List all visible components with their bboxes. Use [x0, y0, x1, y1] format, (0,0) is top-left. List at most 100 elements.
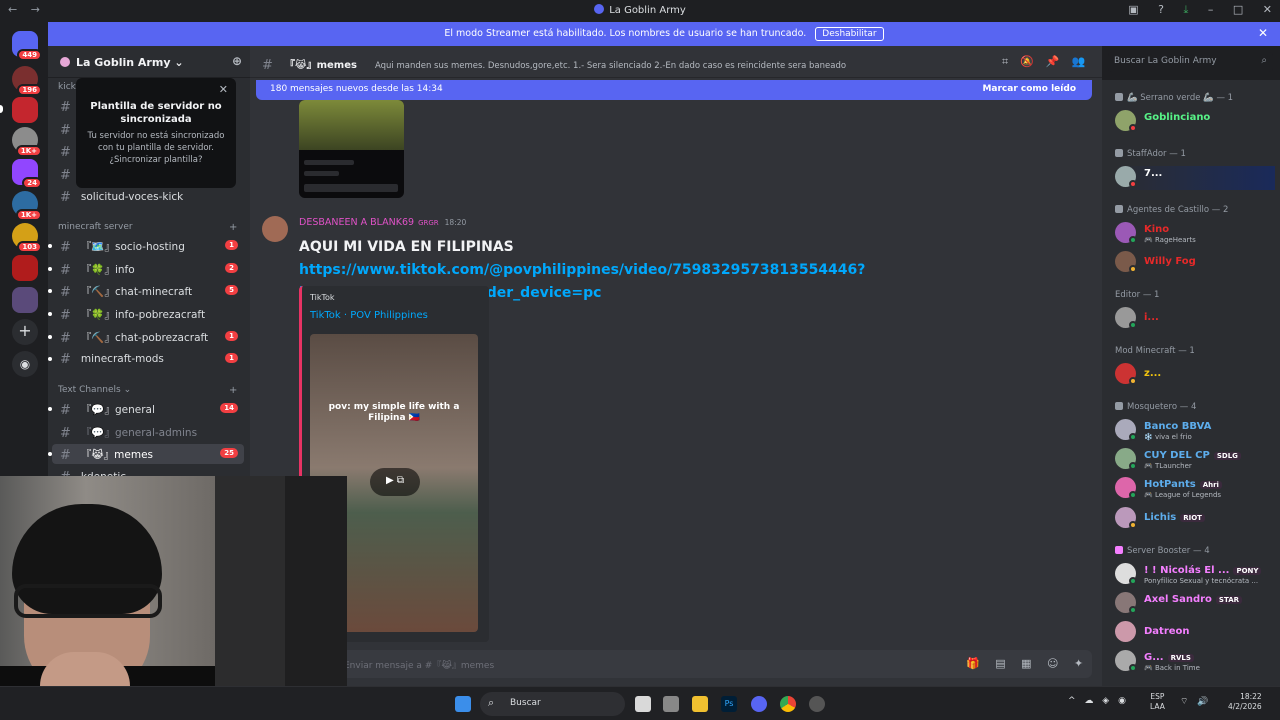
server-emblem-icon	[60, 57, 70, 67]
server-icon[interactable]: 196	[12, 66, 42, 96]
message-timestamp: 18:20	[444, 218, 467, 227]
add-channel-icon[interactable]: +	[229, 385, 237, 396]
gif-icon[interactable]: ▤	[995, 657, 1005, 670]
apps-icon[interactable]: ✦	[1074, 657, 1083, 670]
channel-minecraft-mods[interactable]: # minecraft-mods 1	[48, 349, 244, 369]
file-explorer-icon[interactable]	[692, 696, 708, 712]
gift-icon[interactable]: 🎁	[966, 657, 980, 670]
channel-chat-pobrezacraft[interactable]: # 『⛏️』chat-pobrezacraft 1	[48, 327, 244, 347]
server-icon[interactable]: 103	[12, 223, 42, 253]
member-list-icon[interactable]: 👥	[1072, 55, 1086, 68]
server-icon[interactable]	[12, 255, 38, 281]
member-item[interactable]: Lichis RIOT	[1115, 507, 1275, 531]
wifi-icon[interactable]: ⌔	[1180, 697, 1188, 707]
channel-topic[interactable]: Aqui manden sus memes. Desnudos,gore,etc…	[375, 61, 846, 71]
role-icon	[1115, 93, 1123, 101]
member-item[interactable]: Banco BBVA ❄️ viva el frio	[1115, 419, 1275, 443]
channel-solicitud-voces-kick[interactable]: # solicitud-voces-kick	[52, 187, 244, 207]
windows-taskbar: ⌕ Buscar Ps ^ ☁ ◈ ◉ ESP LAA ⌔ 🔊 18:22 4/2/2…	[0, 686, 1280, 720]
previous-image-attachment[interactable]	[299, 100, 404, 198]
input-toolbar: 🎁 ▤ ▦ ☺ ✦	[966, 657, 1083, 670]
channel-memes[interactable]: # 『😹』memes 25	[48, 444, 244, 464]
channel-info[interactable]: # 『🍀』info 2	[48, 259, 244, 279]
discord-icon[interactable]	[751, 696, 767, 712]
home-button[interactable]: 449	[12, 31, 42, 61]
member-item[interactable]: ! ! Nicolás El ... PONY Ponyfílico Sexual …	[1115, 563, 1275, 587]
category-text-channels[interactable]: Text Channels ⌄ +	[58, 385, 237, 396]
tray-app-icon[interactable]: ◉	[1118, 696, 1126, 706]
emoji-icon[interactable]: ☺	[1047, 657, 1058, 670]
threads-icon[interactable]: ⌗	[1002, 55, 1008, 68]
webcam-glasses	[14, 584, 162, 618]
close-banner-icon[interactable]: ✕	[1258, 26, 1268, 40]
embed-title[interactable]: TikTok · POV Philippines	[310, 310, 428, 321]
message-input[interactable]: Enviar mensaje a #『😹』memes 🎁 ▤ ▦ ☺ ✦	[262, 650, 1092, 678]
app-icon[interactable]	[663, 696, 679, 712]
channel-header: # 『😹』memes Aqui manden sus memes. Desnudos…	[250, 46, 1102, 78]
add-server-icon[interactable]: +	[12, 319, 38, 345]
channel-chat-minecraft[interactable]: # 『⛏️』chat-minecraft 5	[48, 281, 244, 301]
channel-general-admins[interactable]: # 『💬』general-admins	[52, 422, 244, 442]
task-view-icon[interactable]	[635, 696, 651, 712]
unread-dot	[48, 312, 52, 316]
volume-icon[interactable]: 🔊	[1197, 697, 1208, 707]
maximize-icon[interactable]: □	[1233, 3, 1243, 16]
message-author[interactable]: DESBANEEN A BLANK69	[299, 217, 414, 228]
server-icon[interactable]	[12, 287, 38, 313]
channel-info-pobrezacraft[interactable]: # 『🍀』info-pobrezacraft	[48, 304, 244, 324]
taskbar-search[interactable]: ⌕ Buscar	[480, 692, 625, 716]
tray-app-icon[interactable]: ◈	[1102, 696, 1109, 706]
app-icon[interactable]	[809, 696, 825, 712]
server-icon[interactable]: 1K+	[12, 127, 42, 157]
play-button[interactable]: ▶ ⧉	[370, 468, 420, 496]
start-icon[interactable]	[455, 696, 471, 712]
tray-app-icon[interactable]: ☁	[1084, 696, 1093, 706]
member-item[interactable]: z...	[1115, 363, 1275, 387]
photoshop-icon[interactable]: Ps	[721, 696, 737, 712]
chrome-icon[interactable]	[780, 696, 796, 712]
member-item[interactable]: G... RVLS 🎮 Back in Time	[1115, 650, 1275, 674]
avatar[interactable]	[262, 216, 288, 242]
channel-general[interactable]: # 『💬』general 14	[48, 399, 244, 419]
search-icon: ⌕	[488, 696, 495, 709]
notification-bell-icon[interactable]: 🔕	[1020, 55, 1034, 68]
close-window-icon[interactable]: ✕	[1263, 3, 1272, 16]
download-icon[interactable]: ⤓	[1184, 3, 1189, 16]
category-kick[interactable]: kick	[58, 82, 76, 92]
member-item[interactable]: Axel Sandro STAR	[1115, 592, 1275, 616]
member-item[interactable]: HotPants Ahri 🎮 League of Legends	[1115, 477, 1275, 501]
inbox-icon[interactable]: ▣	[1128, 3, 1138, 16]
minimize-icon[interactable]: –	[1208, 3, 1214, 16]
language-indicator[interactable]: ESP LAA	[1150, 692, 1165, 712]
close-popup-icon[interactable]: ✕	[219, 83, 228, 96]
member-item[interactable]: Willy Fog	[1115, 251, 1275, 275]
server-icon[interactable]: 1K+	[12, 191, 42, 221]
server-header[interactable]: La Goblin Army ⌄ ⊕	[48, 46, 250, 78]
member-item[interactable]: Goblinciano	[1115, 110, 1275, 134]
member-item[interactable]: Kino 🎮 RageHearts	[1115, 222, 1275, 246]
member-item[interactable]: i...	[1115, 307, 1275, 331]
add-channel-icon[interactable]: +	[229, 222, 237, 233]
server-icon[interactable]: 24	[12, 159, 42, 189]
invite-people-icon[interactable]: ⊕	[232, 54, 242, 68]
member-item[interactable]: 7...	[1115, 166, 1275, 190]
show-hidden-icon[interactable]: ^	[1068, 696, 1076, 706]
template-sync-popup[interactable]: ✕ Plantilla de servidor no sincronizada …	[76, 78, 236, 188]
server-icon[interactable]	[12, 97, 38, 123]
help-icon[interactable]: ?	[1158, 3, 1164, 16]
channel-socio-hosting[interactable]: # 『🗺️』socio-hosting 1	[48, 236, 244, 256]
member-item[interactable]: CUY DEL CP SDLG 🎮 TLauncher	[1115, 448, 1275, 472]
mark-as-read-button[interactable]: Marcar como leído	[982, 84, 1076, 94]
sticker-icon[interactable]: ▦	[1021, 657, 1031, 670]
category-minecraft-server[interactable]: minecraft server +	[58, 222, 237, 233]
clock[interactable]: 18:22 4/2/2026	[1228, 692, 1262, 712]
disable-streamer-button[interactable]: Deshabilitar	[815, 27, 884, 41]
status-idle-icon	[1129, 521, 1137, 529]
member-item[interactable]: Datreon	[1115, 621, 1275, 645]
discover-icon[interactable]: ◉	[12, 351, 38, 377]
pin-icon[interactable]: 📌	[1046, 55, 1060, 68]
role-icon	[1115, 402, 1123, 410]
hash-icon: #	[60, 331, 71, 346]
new-messages-bar[interactable]: 180 mensajes nuevos desde las 14:34 Marca…	[256, 80, 1092, 100]
search-input[interactable]: Buscar La Goblin Army ⌕	[1108, 52, 1273, 72]
